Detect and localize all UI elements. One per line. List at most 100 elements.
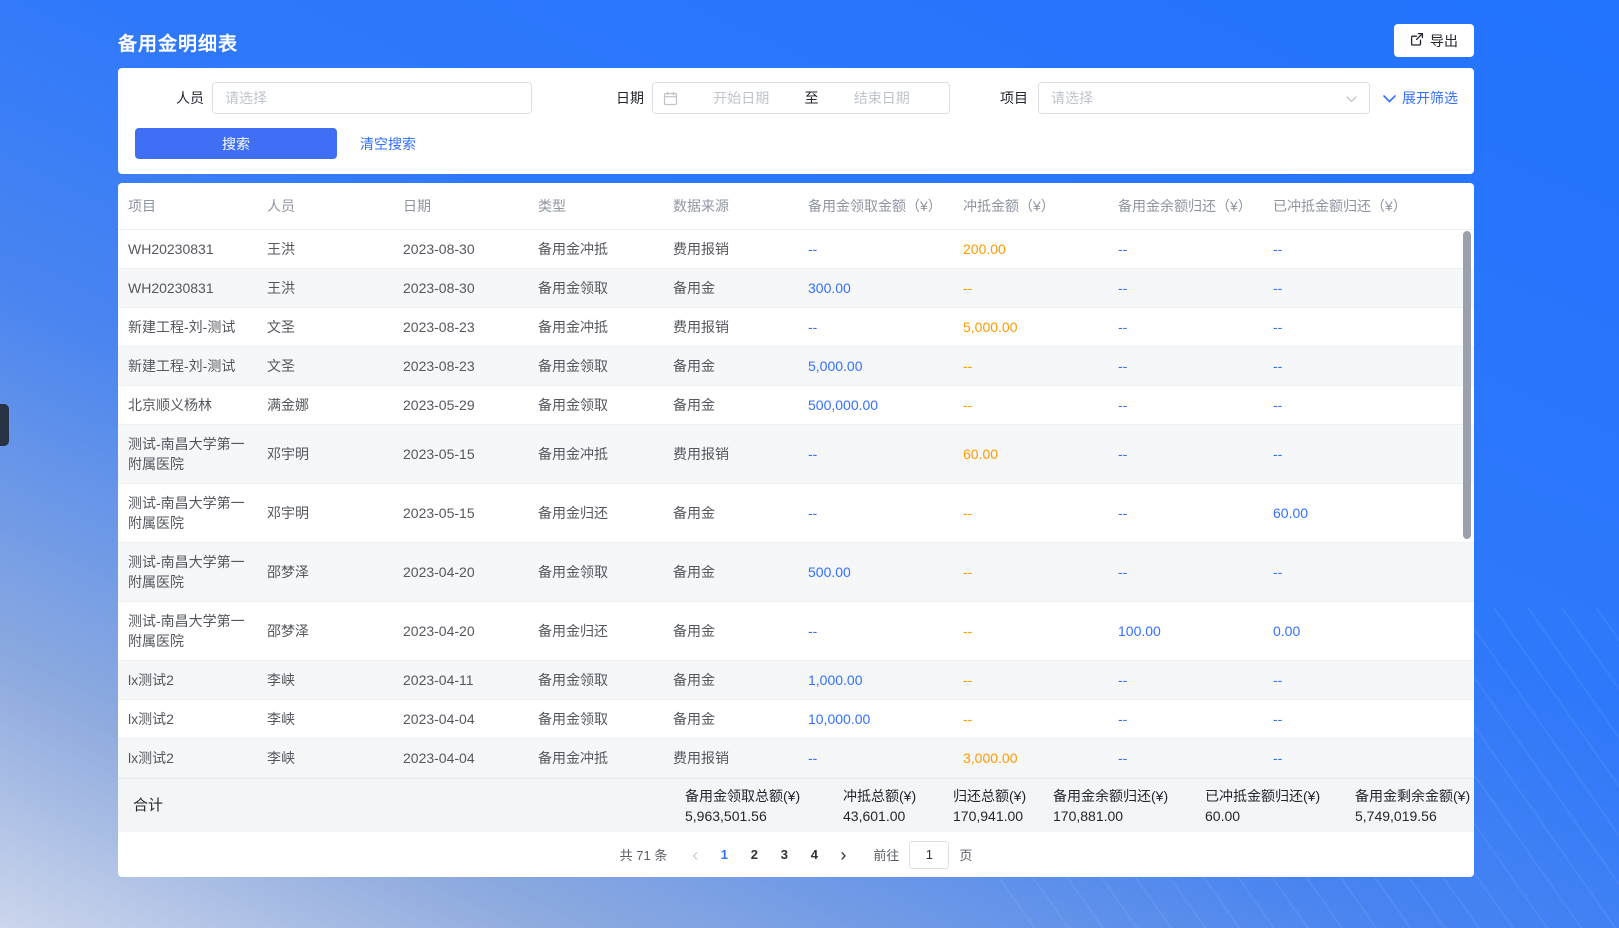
cell-person: 邓宇明: [257, 483, 393, 542]
end-date-input[interactable]: [823, 90, 942, 106]
page-number-button[interactable]: 4: [801, 841, 827, 869]
summary-item: 备用金领取总额(¥) 5,963,501.56: [685, 787, 843, 825]
cell-balance-return: --: [1108, 346, 1263, 385]
page-number-button[interactable]: 2: [741, 841, 767, 869]
cell-balance-return: --: [1108, 483, 1263, 542]
filter-panel: 人员 日期 至 项目 请选择 展开筛选: [118, 68, 1474, 174]
goto-page-input[interactable]: [909, 841, 949, 869]
cell-withdraw-amount: --: [798, 738, 953, 777]
cell-project: 北京顺义杨林: [118, 385, 257, 424]
clear-search-button[interactable]: 清空搜索: [360, 128, 416, 159]
summary-item-value: 5,749,019.56: [1355, 807, 1470, 825]
project-select[interactable]: 请选择: [1038, 82, 1370, 114]
cell-date: 2023-04-20: [393, 601, 528, 660]
cell-offset-amount: 5,000.00: [953, 307, 1108, 346]
cell-offset-amount: --: [953, 601, 1108, 660]
summary-item-value: 170,881.00: [1053, 807, 1205, 825]
petty-cash-table: 项目 人员 日期 类型 数据来源 备用金领取金额（¥） 冲抵金额（¥） 备用金余…: [118, 183, 1474, 778]
person-select-input[interactable]: [213, 90, 531, 106]
pagination-bar: 共 71 条 ‹ 1 2 3 4 › 前往 页: [118, 832, 1474, 877]
goto-page-label: 前往: [873, 845, 899, 864]
export-button[interactable]: 导出: [1394, 24, 1474, 57]
table-row: 新建工程-刘-测试 文圣 2023-08-23 备用金冲抵 费用报销 -- 5,…: [118, 307, 1474, 346]
cell-withdraw-amount: 10,000.00: [798, 699, 953, 738]
cell-date: 2023-04-04: [393, 699, 528, 738]
pagination-total-count: 共 71 条: [620, 845, 668, 864]
cell-offset-amount: --: [953, 385, 1108, 424]
cell-balance-return: --: [1108, 385, 1263, 424]
chevron-down-icon: [1383, 90, 1396, 106]
summary-total-label: 合计: [133, 779, 163, 833]
cell-balance-return: --: [1108, 699, 1263, 738]
cell-type: 备用金领取: [528, 660, 663, 699]
cell-offset-return: --: [1263, 738, 1474, 777]
table-row: 测试-南昌大学第一附属医院 邵梦泽 2023-04-20 备用金领取 备用金 5…: [118, 542, 1474, 601]
expand-filters-button[interactable]: 展开筛选: [1383, 82, 1458, 114]
vertical-scrollbar-thumb[interactable]: [1463, 231, 1471, 539]
cell-withdraw-amount: 5,000.00: [798, 346, 953, 385]
cell-date: 2023-08-23: [393, 307, 528, 346]
cell-offset-return: 0.00: [1263, 601, 1474, 660]
cell-person: 邓宇明: [257, 424, 393, 483]
cell-type: 备用金领取: [528, 542, 663, 601]
column-header-balance-return: 备用金余额归还（¥）: [1108, 183, 1263, 229]
calendar-icon: [663, 91, 678, 106]
cell-source: 费用报销: [663, 424, 798, 483]
page-number-button[interactable]: 1: [711, 841, 737, 869]
cell-person: 文圣: [257, 307, 393, 346]
cell-date: 2023-05-15: [393, 483, 528, 542]
cell-balance-return: --: [1108, 738, 1263, 777]
summary-item-label: 备用金剩余金额(¥): [1355, 787, 1470, 805]
cell-offset-return: --: [1263, 424, 1474, 483]
cell-offset-return: --: [1263, 307, 1474, 346]
cell-offset-amount: --: [953, 660, 1108, 699]
column-header-person: 人员: [257, 183, 393, 229]
cell-offset-return: --: [1263, 268, 1474, 307]
cell-person: 满金娜: [257, 385, 393, 424]
page-number-button[interactable]: 3: [771, 841, 797, 869]
cell-source: 备用金: [663, 268, 798, 307]
cell-type: 备用金领取: [528, 699, 663, 738]
cell-withdraw-amount: --: [798, 424, 953, 483]
table-header-row: 项目 人员 日期 类型 数据来源 备用金领取金额（¥） 冲抵金额（¥） 备用金余…: [118, 183, 1474, 229]
cell-offset-return: --: [1263, 542, 1474, 601]
prev-page-icon[interactable]: ‹: [683, 841, 707, 869]
cell-withdraw-amount: --: [798, 229, 953, 268]
table-row: 测试-南昌大学第一附属医院 邵梦泽 2023-04-20 备用金归还 备用金 -…: [118, 601, 1474, 660]
cell-withdraw-amount: 1,000.00: [798, 660, 953, 699]
cell-project: WH20230831: [118, 268, 257, 307]
drawer-handle[interactable]: [0, 404, 9, 446]
table-row: lx测试2 李峡 2023-04-11 备用金领取 备用金 1,000.00 -…: [118, 660, 1474, 699]
summary-item: 冲抵总额(¥) 43,601.00: [843, 787, 953, 825]
page-title: 备用金明细表: [118, 29, 238, 56]
cell-date: 2023-04-20: [393, 542, 528, 601]
cell-offset-return: --: [1263, 660, 1474, 699]
cell-source: 费用报销: [663, 738, 798, 777]
table-row: WH20230831 王洪 2023-08-30 备用金冲抵 费用报销 -- 2…: [118, 229, 1474, 268]
summary-item: 已冲抵金额归还(¥) 60.00: [1205, 787, 1355, 825]
next-page-icon[interactable]: ›: [831, 841, 855, 869]
date-range-picker[interactable]: 至: [652, 82, 950, 114]
cell-withdraw-amount: --: [798, 601, 953, 660]
person-select[interactable]: [212, 82, 532, 114]
summary-item-value: 170,941.00: [953, 807, 1053, 825]
cell-source: 备用金: [663, 601, 798, 660]
table-row: WH20230831 王洪 2023-08-30 备用金领取 备用金 300.0…: [118, 268, 1474, 307]
cell-person: 文圣: [257, 346, 393, 385]
cell-project: lx测试2: [118, 660, 257, 699]
cell-person: 王洪: [257, 229, 393, 268]
summary-item-value: 60.00: [1205, 807, 1355, 825]
data-table-panel: 项目 人员 日期 类型 数据来源 备用金领取金额（¥） 冲抵金额（¥） 备用金余…: [118, 183, 1474, 877]
table-viewport: 项目 人员 日期 类型 数据来源 备用金领取金额（¥） 冲抵金额（¥） 备用金余…: [118, 183, 1474, 778]
search-button[interactable]: 搜索: [135, 128, 337, 159]
start-date-input[interactable]: [682, 90, 801, 106]
cell-project: 测试-南昌大学第一附属医院: [118, 542, 257, 601]
cell-type: 备用金冲抵: [528, 307, 663, 346]
cell-offset-amount: 60.00: [953, 424, 1108, 483]
cell-project: WH20230831: [118, 229, 257, 268]
cell-date: 2023-05-29: [393, 385, 528, 424]
cell-person: 李峡: [257, 738, 393, 777]
column-header-offset-return: 已冲抵金额归还（¥）: [1263, 183, 1474, 229]
cell-date: 2023-05-15: [393, 424, 528, 483]
summary-item: 备用金余额归还(¥) 170,881.00: [1053, 787, 1205, 825]
